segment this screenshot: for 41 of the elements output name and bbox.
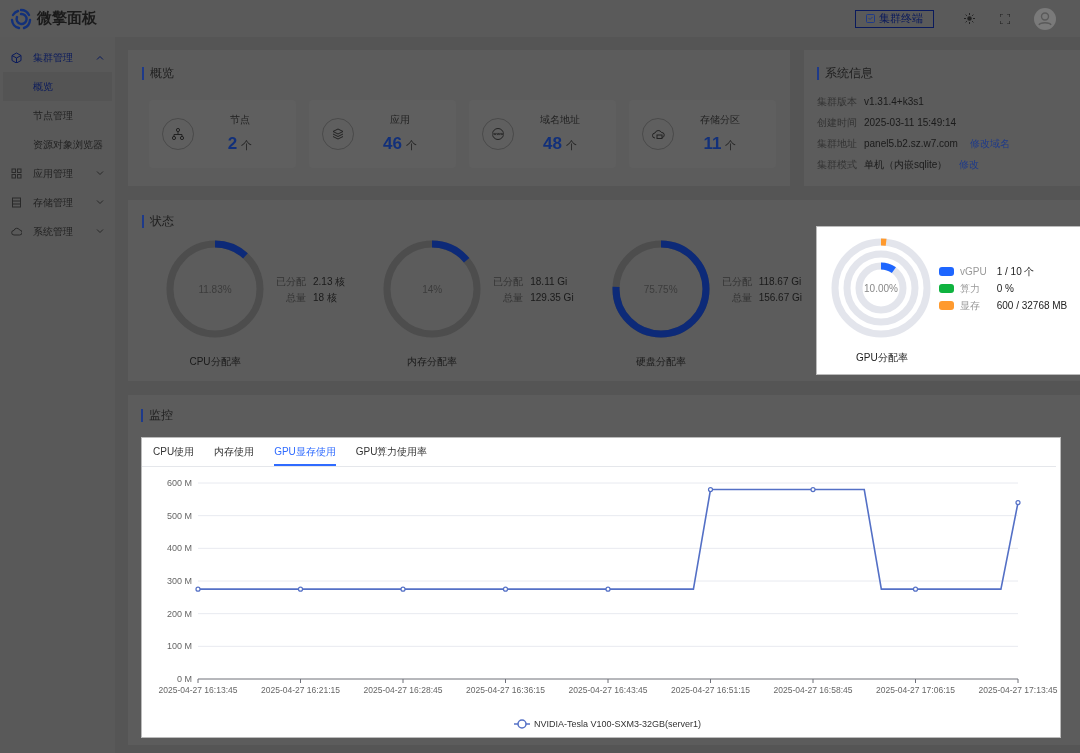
info-value: 18 核 bbox=[313, 291, 338, 305]
y-axis-label: 300 M bbox=[167, 576, 192, 586]
x-axis-label: 2025-04-27 17:13:45 bbox=[978, 685, 1058, 695]
legend-label: NVIDIA-Tesla V100-SXM3-32GB(server1) bbox=[534, 719, 702, 729]
x-axis-label: 2025-04-27 17:06:15 bbox=[876, 685, 955, 695]
legend-value: 1 / 10 个 bbox=[996, 264, 1036, 279]
section-title: 概览 bbox=[150, 65, 174, 82]
x-axis-label: 2025-04-27 16:28:45 bbox=[363, 685, 443, 695]
info-value: panel5.b2.sz.w7.com bbox=[864, 136, 958, 151]
info-value: 18.11 Gi bbox=[530, 275, 569, 289]
legend-label: 算力 bbox=[960, 281, 981, 296]
info-value: 129.35 Gi bbox=[530, 291, 574, 305]
info-value: 2025-03-11 15:49:14 bbox=[864, 115, 957, 130]
info-value: 118.67 Gi bbox=[758, 275, 802, 289]
y-axis-label: 0 M bbox=[177, 674, 192, 684]
info-value: 156.67 Gi bbox=[758, 291, 802, 305]
y-axis-label: 200 M bbox=[167, 608, 192, 619]
x-axis-label: 2025-04-27 16:58:45 bbox=[773, 685, 853, 695]
section-title: 状态 bbox=[150, 213, 174, 230]
stat-value: 48 bbox=[543, 132, 562, 155]
y-axis-label: 500 M bbox=[167, 510, 192, 521]
legend-value: 0 % bbox=[996, 281, 1015, 296]
y-axis-label: 100 M bbox=[167, 641, 192, 652]
app-title: 微擎面板 bbox=[37, 8, 97, 29]
info-value: v1.31.4+k3s1 bbox=[864, 94, 924, 109]
ring-percent: 10.00% bbox=[864, 282, 898, 295]
x-axis-label: 2025-04-27 16:21:15 bbox=[261, 685, 340, 695]
stat-value: 2 bbox=[227, 132, 238, 155]
info-value: 2.13 核 bbox=[313, 275, 346, 289]
legend-value: 600 / 32768 MB bbox=[996, 298, 1068, 313]
legend-label: 显存 bbox=[960, 298, 981, 313]
x-axis-label: 2025-04-27 16:43:45 bbox=[568, 685, 648, 695]
stat-value: 46 bbox=[383, 132, 402, 155]
gauge-label: GPU分配率 bbox=[856, 351, 908, 365]
legend-label: vGPU bbox=[960, 264, 987, 279]
x-axis-label: 2025-04-27 16:51:15 bbox=[671, 685, 750, 695]
y-axis-label: 600 M bbox=[167, 478, 192, 488]
x-axis-label: 2025-04-27 16:13:45 bbox=[158, 685, 238, 695]
stat-value: 11 bbox=[703, 132, 722, 155]
x-axis-label: 2025-04-27 16:36:15 bbox=[466, 685, 545, 695]
y-axis-label: 400 M bbox=[167, 543, 192, 554]
